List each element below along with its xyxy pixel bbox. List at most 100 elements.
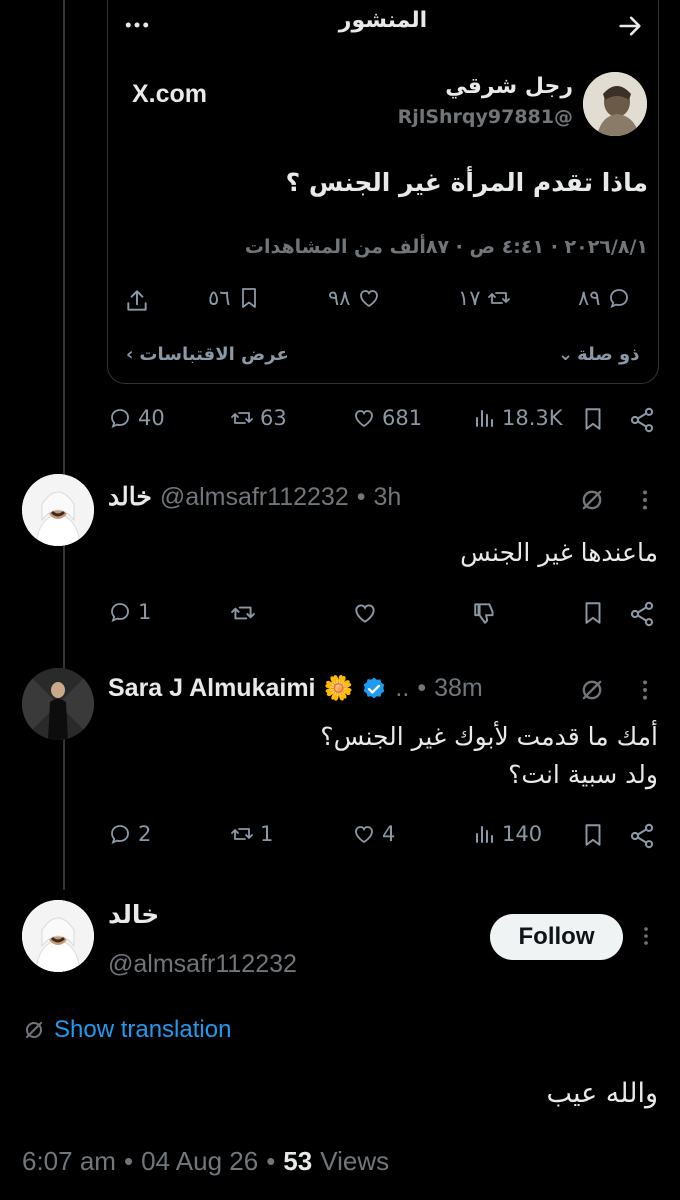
main-like-count: 681 (382, 406, 423, 430)
grok-icon (22, 1018, 46, 1042)
main-reply-count: 40 (138, 406, 165, 430)
separator-dot: • (123, 1146, 134, 1176)
follow-button[interactable]: Follow (490, 914, 623, 960)
chevron-down-icon: ⌄ (558, 344, 574, 365)
more-options-icon[interactable] (122, 10, 152, 40)
separator-dot: • (266, 1146, 276, 1176)
reply2-reply-stat[interactable]: 2 (108, 822, 151, 846)
repost-icon (230, 822, 254, 846)
quoted-reply-stat[interactable]: ٨٩ (578, 286, 631, 310)
focused-views-label: Views (320, 1146, 390, 1176)
main-reply-stat[interactable]: 40 (108, 406, 165, 430)
bookmark-icon[interactable] (580, 600, 606, 626)
reply-icon (108, 822, 132, 846)
quoted-like-count: ٩٨ (328, 286, 351, 310)
flower-emoji: 🌼 (323, 675, 354, 702)
heart-icon (352, 406, 376, 430)
verified-badge-icon (361, 676, 387, 702)
share-icon[interactable] (628, 600, 656, 628)
reply1-avatar[interactable] (22, 474, 94, 546)
show-translation-link[interactable]: Show translation (22, 1016, 231, 1044)
more-options-icon[interactable] (632, 676, 658, 704)
reply-icon (108, 600, 132, 624)
reply1-reply-count: 1 (138, 600, 152, 624)
quoted-post-card[interactable]: المنشور X.com رجل شرقي @RjlShrqy97881 ما… (107, 0, 659, 384)
main-like-stat[interactable]: 681 (352, 406, 422, 430)
bookmark-icon[interactable] (580, 406, 606, 432)
reply2-avatar[interactable] (22, 668, 94, 740)
repost-icon (487, 286, 511, 310)
quoted-like-stat[interactable]: ٩٨ (328, 286, 381, 310)
reply2-repost-stat[interactable]: 1 (230, 822, 273, 846)
show-translation-label: Show translation (54, 1016, 232, 1043)
separator-dot: • (356, 482, 366, 511)
quoted-repost-count: ١٧ (458, 286, 481, 310)
quoted-post-meta: ٢٠٢٦/٨/١ · ٤:٤١ ص · ٨٧ألف من المشاهدات (244, 236, 648, 258)
main-repost-stat[interactable]: 63 (230, 406, 287, 430)
focused-name[interactable]: خالد (108, 900, 159, 929)
reply2-views-stat[interactable]: 140 (472, 822, 542, 846)
thread-line (63, 0, 65, 890)
reply2-repost-count: 1 (260, 822, 274, 846)
reply2-like-count: 4 (382, 822, 396, 846)
reply1-handle[interactable]: @almsafr112232 (160, 483, 349, 512)
main-views-count: 18.3K (502, 406, 563, 430)
bookmark-icon[interactable] (580, 822, 606, 848)
grok-icon[interactable] (578, 486, 606, 514)
related-label: ذو صلة (577, 344, 640, 365)
focused-post-meta: 6:07 am • 04 Aug 26 • 53 Views (22, 1146, 389, 1177)
grok-icon[interactable] (578, 676, 606, 704)
arrow-right-icon[interactable] (616, 12, 644, 40)
focused-date: 04 Aug 26 (141, 1146, 259, 1176)
share-icon[interactable] (628, 406, 656, 434)
quoted-author-name: رجل شرقي (445, 74, 573, 99)
related-link[interactable]: ⌄ ذو صلة (558, 344, 639, 365)
reply1-name[interactable]: خالد (108, 482, 152, 512)
bookmark-icon (237, 286, 261, 310)
quoted-reply-count: ٨٩ (578, 286, 601, 310)
reply1-text: ماعندها غير الجنس (460, 538, 658, 567)
reply-icon (108, 406, 132, 430)
site-label: X.com (132, 80, 208, 108)
reply2-reply-count: 2 (138, 822, 152, 846)
reply1-header: خالد @almsafr112232 • 3h (108, 482, 401, 512)
views-icon (472, 406, 496, 430)
share-icon[interactable] (124, 288, 150, 314)
dislike-icon[interactable] (472, 600, 498, 626)
quoted-bookmark-count: ٥٦ (208, 286, 231, 310)
heart-icon[interactable] (352, 600, 378, 626)
chevron-left-icon: ‹ (126, 344, 134, 365)
view-quotes-link[interactable]: ‹ عرض الاقتباسات (126, 344, 289, 365)
views-icon (472, 822, 496, 846)
reply1-reply-stat[interactable]: 1 (108, 600, 151, 624)
quoted-bookmark-stat[interactable]: ٥٦ (208, 286, 261, 310)
reply2-views-count: 140 (502, 822, 543, 846)
quoted-author-handle: @RjlShrqy97881 (397, 106, 573, 128)
quoted-post-text: ماذا تقدم المرأة غير الجنس ؟ (285, 168, 648, 197)
focused-handle[interactable]: @almsafr112232 (108, 950, 297, 979)
repost-icon[interactable] (230, 600, 256, 626)
reply2-like-stat[interactable]: 4 (352, 822, 395, 846)
focused-avatar[interactable] (22, 900, 94, 972)
quotes-label: عرض الاقتباسات (139, 344, 289, 365)
focused-views-count: 53 (283, 1146, 313, 1176)
share-icon[interactable] (628, 822, 656, 850)
more-options-icon[interactable] (632, 486, 658, 514)
post-header-title: المنشور (338, 8, 428, 33)
main-views-stat[interactable]: 18.3K (472, 406, 563, 430)
focused-time: 6:07 am (22, 1146, 116, 1176)
focused-post-text: والله عيب (546, 1078, 658, 1109)
reply2-header: Sara J Almukaimi 🌼 .. • 38m (108, 674, 483, 703)
quoted-repost-stat[interactable]: ١٧ (458, 286, 511, 310)
reply2-dots: .. (395, 674, 410, 702)
quoted-author-avatar[interactable] (583, 72, 647, 136)
reply2-text-line1: أمك ما قدمت لأبوك غير الجنس؟ (320, 722, 658, 751)
heart-icon (357, 286, 381, 310)
reply2-name[interactable]: Sara J Almukaimi (108, 674, 316, 703)
reply1-time: 3h (373, 482, 402, 511)
reply2-time: 38m (434, 674, 483, 702)
main-repost-count: 63 (260, 406, 287, 430)
more-options-icon[interactable] (634, 922, 658, 950)
separator-dot: • (417, 674, 427, 702)
repost-icon (230, 406, 254, 430)
